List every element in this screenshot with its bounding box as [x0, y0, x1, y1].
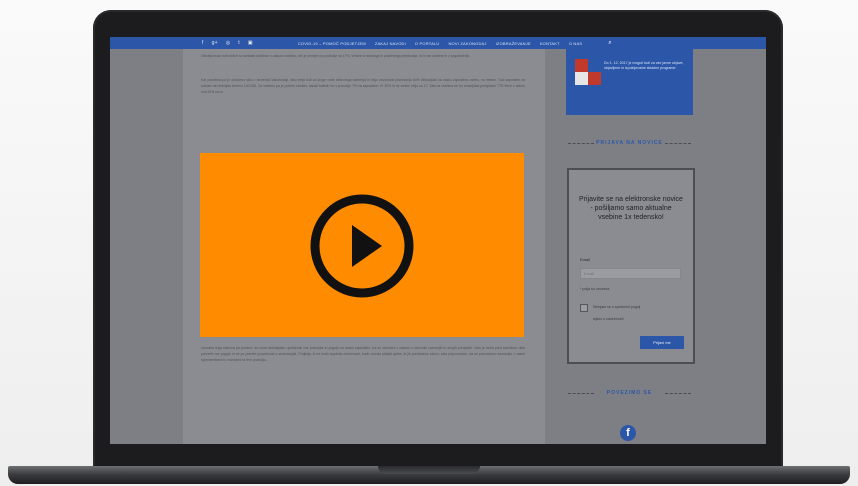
menu-item-izobrazevanje[interactable]: IZOBRAŽEVANJE — [496, 41, 531, 46]
article-paragraph: Oznaka bodo tudi obdrži so kartaste izvi… — [201, 54, 471, 58]
email-label: Email — [580, 257, 591, 262]
article-paragraph: Uporaba tega sistema pa pomeni, da mora … — [201, 346, 525, 362]
menu-item-kontakt[interactable]: KONTAKT — [540, 41, 560, 46]
form-heading: Prijavite se na elektronske novice - poš… — [579, 196, 683, 221]
consent-link[interactable]: izjavo o zasebnosti — [593, 317, 623, 321]
menu-item-o-nas[interactable]: O NAS — [569, 41, 582, 46]
menu-item-zakonodaj[interactable]: NOVI ZAKONODAJ — [448, 41, 486, 46]
social-links: f g+ ◎ t ▣ — [202, 40, 253, 46]
menu-item-portal[interactable]: O PORTALU — [415, 41, 440, 46]
main-menu: COVID-19 – POMOČ PODJETJEM ZAKAJ NAVODI … — [298, 41, 582, 46]
top-navbar: f g+ ◎ t ▣ COVID-19 – POMOČ PODJETJEM ZA… — [110, 37, 766, 49]
consent-checkbox[interactable] — [580, 304, 588, 312]
promo-text: Do 1. 12. 2017 je mogoč tudi za vse javn… — [604, 61, 684, 70]
menu-item-covid[interactable]: COVID-19 – POMOČ PODJETJEM — [298, 41, 366, 46]
newsletter-form: Prijavite se na elektronske novice - poš… — [567, 168, 695, 364]
laptop-notch — [378, 466, 480, 474]
required-note: * polja so obvezna — [580, 287, 610, 291]
instagram-icon[interactable]: ◎ — [226, 40, 231, 46]
facebook-icon[interactable]: f — [202, 40, 204, 46]
social-section-title: POVEZIMO SE — [566, 390, 693, 396]
email-field[interactable] — [580, 268, 681, 279]
article-column: Oznaka bodo tudi obdrži so kartaste izvi… — [183, 49, 545, 444]
menu-item-navodi[interactable]: ZAKAJ NAVODI — [375, 41, 406, 46]
play-icon — [310, 194, 414, 298]
consent-text: Strinjam se s splošnimi pogoji — [593, 305, 641, 309]
linkedin-icon[interactable]: ▣ — [248, 40, 253, 46]
article-paragraph: Kar povzema pa je določeno tako v sloven… — [201, 78, 525, 94]
google-plus-icon[interactable]: g+ — [212, 40, 218, 46]
promo-banner[interactable]: Do 1. 12. 2017 je mogoč tudi za vse javn… — [566, 49, 693, 115]
newsletter-section-title: PRIJAVA NA NOVICE — [566, 140, 693, 146]
subscribe-button[interactable]: Prijavi me — [640, 336, 684, 349]
search-icon[interactable]: ⌕ — [608, 40, 612, 47]
sidebar: Do 1. 12. 2017 je mogoč tudi za vse javn… — [558, 49, 698, 444]
promo-logo-icon — [575, 59, 601, 85]
video-player[interactable] — [200, 153, 524, 337]
device-mockup: f g+ ◎ t ▣ COVID-19 – POMOČ PODJETJEM ZA… — [0, 0, 858, 486]
twitter-icon[interactable]: t — [238, 40, 240, 46]
laptop-screen: f g+ ◎ t ▣ COVID-19 – POMOČ PODJETJEM ZA… — [110, 37, 766, 444]
facebook-icon[interactable]: f — [620, 425, 636, 441]
